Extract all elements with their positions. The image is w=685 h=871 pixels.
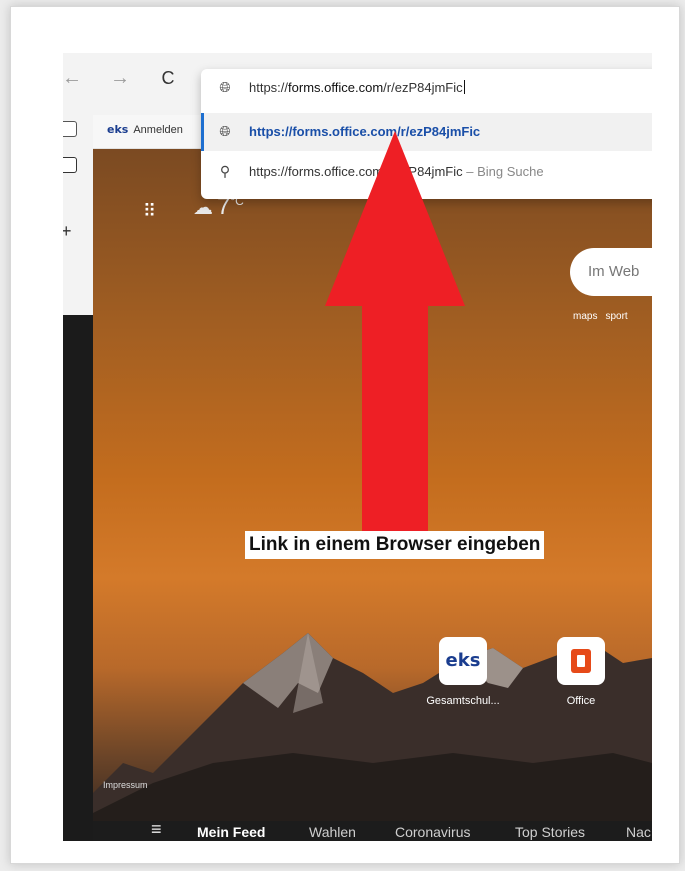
reload-icon: C bbox=[161, 68, 175, 88]
feed-tab-wahlen[interactable]: Wahlen bbox=[309, 824, 356, 840]
suggestion-bing-suffix: – Bing Suche bbox=[462, 164, 544, 179]
search-icon: ⚲ bbox=[219, 163, 231, 179]
back-arrow-icon: ← bbox=[63, 67, 82, 89]
favorite-label: Anmelden bbox=[133, 124, 183, 136]
globe-icon: 🌐︎ bbox=[219, 79, 231, 95]
feed-tab-mein-feed[interactable]: Mein Feed bbox=[197, 824, 265, 840]
red-up-arrow bbox=[325, 131, 465, 549]
quick-link-maps[interactable]: maps bbox=[573, 311, 597, 322]
tab-active-icon[interactable] bbox=[63, 157, 77, 173]
cloud-icon: ☁ bbox=[193, 197, 213, 219]
vertical-tabs-sidebar: + bbox=[63, 115, 93, 315]
tile-office[interactable] bbox=[557, 637, 605, 685]
address-input[interactable]: 🌐︎ https://forms.office.com/r/ezP84jmFic bbox=[201, 69, 652, 107]
quick-links: maps sport bbox=[573, 311, 636, 322]
tab-icon[interactable] bbox=[63, 121, 77, 137]
forward-button[interactable]: → bbox=[109, 67, 131, 89]
reload-button[interactable]: C bbox=[157, 67, 179, 89]
office-logo-icon bbox=[571, 649, 591, 673]
feed-tab-top-stories[interactable]: Top Stories bbox=[515, 824, 585, 840]
tile-gesamtschule-label: Gesamtschul... bbox=[426, 695, 500, 707]
new-tab-icon[interactable]: + bbox=[63, 221, 72, 242]
web-search-input[interactable]: Im Web bbox=[570, 248, 652, 296]
quick-link-sport[interactable]: sport bbox=[605, 311, 627, 322]
feed-tab-coronavirus[interactable]: Coronavirus bbox=[395, 824, 470, 840]
eks-favicon-icon: eks bbox=[107, 123, 129, 136]
apps-grid-icon[interactable]: ⠿ bbox=[143, 201, 156, 222]
news-feed-bar: ≡ Mein Feed Wahlen Coronavirus Top Stori… bbox=[93, 819, 652, 841]
url-host: forms.office.com bbox=[288, 80, 384, 95]
back-button[interactable]: ← bbox=[63, 67, 83, 89]
forward-arrow-icon: → bbox=[110, 67, 130, 89]
feed-tab-nac[interactable]: Nac bbox=[626, 824, 651, 840]
text-caret bbox=[463, 80, 465, 94]
tile-gesamtschule[interactable]: eks bbox=[439, 637, 487, 685]
url-path: /r/ezP84jmFic bbox=[383, 80, 463, 95]
favorite-anmelden[interactable]: eks Anmelden bbox=[107, 123, 183, 136]
url-prefix: https:// bbox=[249, 80, 289, 95]
globe-icon: 🌐︎ bbox=[219, 123, 231, 139]
impressum-link[interactable]: Impressum bbox=[103, 780, 148, 790]
browser-screenshot: ← → C eks Anmelden + ⠿ ☁ 7°C Im Web maps… bbox=[63, 53, 652, 841]
eks-logo-icon: eks bbox=[445, 650, 481, 671]
instruction-caption: Link in einem Browser eingeben bbox=[245, 531, 545, 559]
tile-office-label: Office bbox=[566, 695, 596, 707]
document-frame: ← → C eks Anmelden + ⠿ ☁ 7°C Im Web maps… bbox=[10, 6, 680, 864]
menu-icon[interactable]: ≡ bbox=[151, 819, 162, 840]
